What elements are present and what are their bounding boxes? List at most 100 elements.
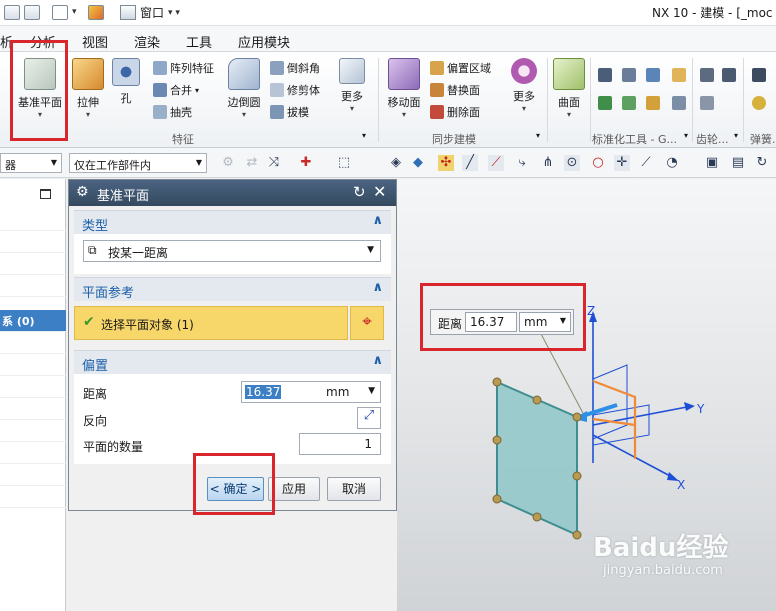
more-sync-button[interactable]: 更多 ▾ [506, 58, 542, 113]
apply-button[interactable]: 应用 [268, 477, 320, 501]
pattern-feature-button[interactable]: 阵列特征 [153, 60, 214, 76]
snap-endpoint-icon[interactable]: ✣ [438, 155, 454, 171]
select-edge-icon[interactable]: ⇄ [244, 155, 260, 171]
graphics-viewport[interactable]: Z Y X Baidu经验 jingyan.baidu.com [397, 179, 776, 611]
plane-reference-header[interactable]: 平面参考 ∧ [74, 277, 391, 301]
plane-count-input[interactable]: 1 [299, 433, 381, 455]
tool-icon-6[interactable] [622, 96, 636, 110]
snap-face-icon[interactable]: ◔ [664, 155, 680, 171]
navigator-row-selected[interactable]: 系 (0) [0, 310, 66, 332]
plane-handle[interactable] [492, 435, 502, 445]
tab-view[interactable]: 视图 [82, 32, 108, 51]
navigator-row[interactable] [0, 398, 66, 420]
scope-combo[interactable]: 仅在工作部件内 ▼ [69, 153, 207, 173]
snap-extend-icon[interactable]: ⟋ [638, 155, 654, 171]
refresh-icon[interactable]: ↻ [754, 155, 770, 171]
tool-icon-4[interactable] [672, 68, 686, 82]
chevron-down-icon[interactable]: ▾ [684, 131, 688, 140]
tab-tools[interactable]: 工具 [186, 32, 212, 51]
collapse-icon[interactable]: ∧ [372, 353, 383, 368]
rect-select-icon[interactable]: ⬚ [336, 155, 352, 171]
brush-icon[interactable] [88, 5, 104, 20]
trim-body-button[interactable]: 修剪体 [270, 82, 320, 98]
snap-center-icon[interactable]: ⊙ [564, 155, 580, 171]
chevron-down-icon[interactable]: ▾ [536, 131, 540, 140]
tab-render[interactable]: 渲染 [134, 32, 160, 51]
plane-handle[interactable] [572, 530, 582, 540]
snap-point-icon[interactable]: ⤨ [266, 155, 282, 171]
unite-button[interactable]: 合并 ▾ [153, 82, 199, 98]
snap-tangent-icon[interactable]: ⋔ [540, 155, 556, 171]
plane-handle[interactable] [532, 512, 542, 522]
view-icon-2[interactable]: ◆ [410, 155, 426, 171]
delete-face-button[interactable]: 删除面 [430, 104, 480, 120]
type-section-header[interactable]: 类型 ∧ [74, 210, 391, 234]
render-icon-1[interactable]: ▣ [704, 155, 720, 171]
plane-handle[interactable] [572, 412, 582, 422]
navigator-row[interactable] [0, 253, 66, 275]
cancel-button[interactable]: 取消 [327, 477, 381, 501]
tool-icon-7[interactable] [646, 96, 660, 110]
tool-icon-2[interactable] [622, 68, 636, 82]
navigator-row[interactable] [0, 332, 66, 354]
gear-tool-icon-2[interactable] [722, 68, 736, 82]
render-icon-2[interactable]: ▤ [730, 155, 746, 171]
reset-icon[interactable]: ↻ [353, 183, 366, 201]
snap-intersection-icon[interactable]: ✛ [614, 155, 630, 171]
view-icon-1[interactable]: ◈ [388, 155, 404, 171]
tool-icon-5[interactable] [598, 96, 612, 110]
tool-icon-1[interactable] [598, 68, 612, 82]
navigator-row[interactable] [0, 420, 66, 442]
select-object-row[interactable]: ✔ 选择平面对象 (1) [74, 306, 348, 340]
snap-curve-icon[interactable]: ⟋ [488, 155, 504, 171]
copy-icon[interactable] [24, 5, 40, 20]
snap-arc-icon[interactable]: ⤷ [514, 155, 530, 171]
draft-button[interactable]: 拔模 [270, 104, 309, 120]
tool-icon-3[interactable] [646, 68, 660, 82]
extrude-button[interactable]: 拉伸 ▾ [70, 58, 106, 119]
tool-icon-8[interactable] [672, 96, 686, 110]
chamfer-button[interactable]: 倒斜角 [270, 60, 320, 76]
collapse-icon[interactable]: ∧ [372, 213, 383, 228]
type-select[interactable]: ⧉ 按某一距离 ▼ [83, 240, 381, 262]
navigator-row[interactable] [0, 231, 66, 253]
spring-tool-icon-2[interactable] [752, 96, 766, 110]
datum-plane-preview[interactable] [496, 380, 578, 537]
plane-handle[interactable] [492, 377, 502, 387]
type-filter-combo[interactable]: 器 ▼ [0, 153, 62, 173]
select-feature-icon[interactable]: ⚙ [220, 155, 236, 171]
close-icon[interactable]: ✕ [373, 182, 386, 201]
collapse-icon[interactable]: ∧ [372, 280, 383, 295]
navigator-row[interactable] [0, 376, 66, 398]
navigator-row[interactable] [0, 464, 66, 486]
maximize-icon[interactable] [40, 189, 51, 199]
hole-button[interactable]: 孔 [110, 58, 142, 106]
chevron-down-icon[interactable]: ▾ [72, 7, 77, 17]
dialog-title-bar[interactable]: ⚙ 基准平面 ↻ ✕ [69, 180, 396, 206]
navigator-row[interactable] [0, 442, 66, 464]
chevron-down-icon[interactable]: ▾ [734, 131, 738, 140]
spring-tool-icon-1[interactable] [752, 68, 766, 82]
point-icon[interactable]: ✚ [298, 155, 314, 171]
new-file-icon[interactable] [52, 5, 68, 20]
plane-handle[interactable] [532, 395, 542, 405]
navigator-row[interactable] [0, 275, 66, 297]
more-features-button[interactable]: 更多 ▾ [334, 58, 370, 113]
snap-circle-icon[interactable]: ○ [590, 155, 606, 171]
gear-icon[interactable]: ⚙ [76, 184, 89, 200]
surface-button[interactable]: 曲面 ▾ [552, 58, 586, 119]
navigator-row[interactable] [0, 354, 66, 376]
snap-line-icon[interactable]: ╱ [462, 155, 478, 171]
replace-face-button[interactable]: 替换面 [430, 82, 480, 98]
shell-button[interactable]: 抽壳 [153, 104, 192, 120]
reverse-direction-button[interactable]: ⤢ [357, 407, 381, 429]
tab-applications[interactable]: 应用模块 [238, 32, 290, 51]
offset-region-button[interactable]: 偏置区域 [430, 60, 491, 76]
navigator-row[interactable] [0, 486, 66, 508]
save-icon[interactable] [4, 5, 20, 20]
distance-input[interactable]: 16.37 mm ▼ [241, 381, 381, 403]
edge-blend-button[interactable]: 边倒圆 ▾ [224, 58, 264, 119]
window-menu[interactable]: 窗口 ▾ ▾ [120, 3, 180, 22]
gear-tool-icon-3[interactable] [700, 96, 714, 110]
navigator-row[interactable] [0, 209, 66, 231]
